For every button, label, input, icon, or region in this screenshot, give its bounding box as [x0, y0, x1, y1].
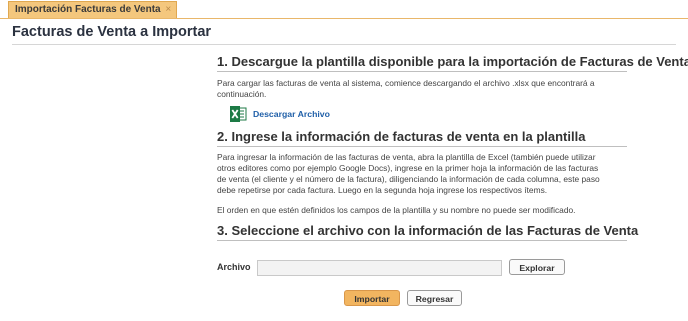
instructions: 1. Descargue la plantilla disponible par…: [217, 54, 688, 241]
close-icon[interactable]: ×: [165, 4, 171, 15]
step-2-heading: 2. Ingrese la información de facturas de…: [217, 129, 627, 147]
step-2-line: Para ingresar la información de las fact…: [217, 152, 596, 162]
step-1-text: Para cargar las facturas de venta al sis…: [217, 78, 627, 100]
step-1-line: Para cargar las facturas de venta al sis…: [217, 78, 595, 88]
step-3-heading: 3. Seleccione el archivo con la informac…: [217, 223, 638, 241]
step-2-note: El orden en que estén definidos los camp…: [217, 205, 576, 215]
step-2-line: de venta (el cliente y el número de la f…: [217, 174, 600, 184]
step-2-line: otros editores como por ejemplo Google D…: [217, 163, 599, 173]
step-2-line: debe repetirse por cada factura. Luego e…: [217, 185, 548, 195]
download-file-link[interactable]: Descargar Archivo: [253, 109, 330, 119]
tab-import-invoices[interactable]: Importación Facturas de Venta ×: [8, 1, 178, 18]
file-upload-row: Archivo Explorar: [217, 259, 572, 277]
step-1-line: continuación.: [217, 89, 267, 99]
step-1-heading: 1. Descargue la plantilla disponible par…: [217, 54, 688, 72]
browse-button[interactable]: Explorar: [509, 259, 565, 275]
title-divider: [12, 44, 676, 45]
file-path-input[interactable]: [257, 260, 502, 276]
page-title: Facturas de Venta a Importar: [12, 24, 212, 40]
download-row: Descargar Archivo: [230, 105, 627, 123]
excel-icon[interactable]: [230, 106, 247, 122]
file-label: Archivo: [217, 262, 251, 272]
back-button[interactable]: Regresar: [407, 290, 462, 306]
tab-label: Importación Facturas de Venta: [15, 4, 161, 15]
step-2-text: Para ingresar la información de las fact…: [217, 152, 627, 196]
import-button[interactable]: Importar: [344, 290, 400, 306]
tab-bar: Importación Facturas de Venta ×: [0, 0, 688, 19]
